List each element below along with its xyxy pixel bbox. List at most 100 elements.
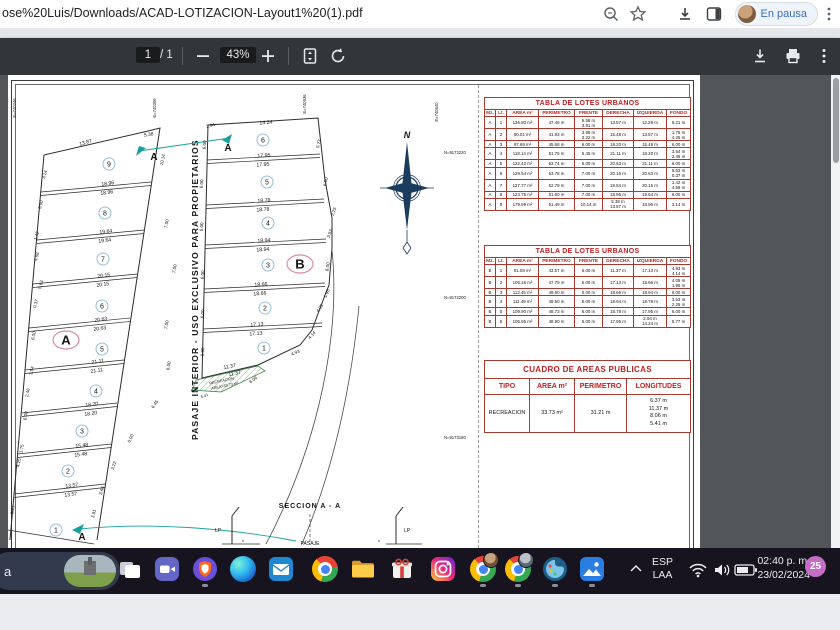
dim-label: 5.38 <box>144 131 155 139</box>
chrome-icon[interactable] <box>312 556 338 582</box>
notification-badge[interactable]: 25 <box>805 556 826 577</box>
dim-label: 18.78 <box>257 198 270 205</box>
dim-label: 18.66 <box>254 282 267 289</box>
dim-label: 7.00 <box>163 320 170 330</box>
dim-label: 18.94 <box>257 238 270 245</box>
page-total: / 1 <box>160 49 173 61</box>
pdf-download-button[interactable] <box>750 46 770 66</box>
section-title: SECCION A - A <box>279 503 341 510</box>
dim-label: 21.11 <box>91 358 104 366</box>
photos-icon[interactable] <box>579 556 605 582</box>
lot-numbers: 987654321654321AB <box>50 134 313 536</box>
bookmark-star-icon[interactable] <box>629 5 647 23</box>
dim-label: 3.54 <box>28 365 35 375</box>
wifi-icon[interactable] <box>688 562 708 578</box>
pdf-menu-button[interactable] <box>814 46 834 66</box>
tray-chevron-icon[interactable] <box>628 562 644 574</box>
print-button[interactable] <box>783 46 803 66</box>
table-row: A1136.80 m²47.46 m6.58 m 3.81 m13.57 m12… <box>485 117 691 129</box>
lot-number: 8 <box>103 211 107 218</box>
dim-label: 17.95 <box>256 162 269 169</box>
lotization-plan: RECREACION AREA=33.73 m² PASAJE INTERIOR… <box>8 78 480 548</box>
chrome-profile-2-icon[interactable] <box>505 556 531 582</box>
zoom-level[interactable]: 43% <box>220 47 256 63</box>
rotate-button[interactable] <box>328 46 348 66</box>
browser-menu-icon[interactable] <box>820 5 838 23</box>
dim-label: 17.95 <box>257 153 270 160</box>
language-line2: LAA <box>652 569 673 582</box>
dim-label: x <box>378 538 380 543</box>
dim-label: 4.58 <box>33 251 40 261</box>
dim-label: 6.45 <box>150 399 159 409</box>
dim-label: 21.11 <box>90 367 103 375</box>
dim-label: x <box>242 538 244 543</box>
dim-label: 18.20 <box>84 410 98 418</box>
dim-label: 7.00 <box>171 264 178 274</box>
page-input[interactable]: 1 <box>136 47 160 63</box>
dim-label: N=9172220 <box>444 150 466 155</box>
gift-app-icon[interactable] <box>389 556 415 582</box>
mail-icon[interactable] <box>268 556 294 582</box>
taskbar-search[interactable]: a <box>0 552 120 590</box>
dim-label: 13.57 <box>64 491 78 499</box>
lot-number: 3 <box>80 429 84 436</box>
chrome-profile-1-icon[interactable] <box>470 556 496 582</box>
lot-number: 9 <box>107 162 111 169</box>
profile-chip[interactable]: En pausa <box>735 2 818 26</box>
scrollbar-thumb[interactable] <box>833 78 839 163</box>
table-a-header-row: Mz.Lt.AREA m²PERIMETROFRENTEDERECHAIZQUI… <box>485 110 691 117</box>
side-panel-icon[interactable] <box>705 5 723 23</box>
dim-label: 15.48 <box>75 442 89 450</box>
dim-label: 5.63 <box>37 279 44 289</box>
dim-label: A <box>224 143 231 154</box>
widgets-weather-icon[interactable] <box>64 555 116 587</box>
language-indicator[interactable]: ESP LAA <box>652 556 673 582</box>
dim-label: 18.66 <box>253 291 266 298</box>
dim-label: 3.22 <box>110 460 118 470</box>
task-view-icon[interactable] <box>117 556 143 582</box>
volume-icon[interactable] <box>712 561 732 579</box>
table-b-header-row: Mz.Lt.AREA m²PERIMETROFRENTEDERECHAIZQUI… <box>485 258 691 265</box>
zoom-out-button[interactable] <box>193 46 213 66</box>
paint-icon[interactable] <box>542 556 568 582</box>
dim-label: 4.93 <box>290 348 301 356</box>
block-label: A <box>61 333 71 348</box>
scrollbar[interactable] <box>831 75 840 548</box>
zoom-in-button[interactable] <box>258 46 278 66</box>
block-label: B <box>295 257 304 272</box>
dim-label: 19.64 <box>99 228 113 236</box>
lot-number: 2 <box>263 306 267 313</box>
table-row: A6129.54 m²53.78 m7.00 m20.16 m20.63 m5.… <box>485 167 691 179</box>
lot-number: 7 <box>101 257 105 264</box>
fit-page-button[interactable] <box>300 46 320 66</box>
lot-number: 6 <box>100 304 104 311</box>
dim-label: 2.46 <box>24 387 31 397</box>
address-url[interactable]: ose%20Luis/Downloads/ACAD-LOTIZACION-Lay… <box>2 6 363 20</box>
edge-icon[interactable] <box>230 556 256 582</box>
file-explorer-icon[interactable] <box>350 556 376 582</box>
dim-label: 17.13 <box>250 322 263 329</box>
shield-browser-icon[interactable] <box>192 556 218 582</box>
dim-label: 6.00 <box>199 222 205 232</box>
pdf-toolbar: 1 / 1 43% <box>0 38 840 75</box>
taskbar-clock[interactable]: 02:40 p. m. 23/02/2024 <box>748 555 810 582</box>
dim-label: 18.96 <box>101 180 115 188</box>
table-row: A290.01 m²41.93 m3.98 m 3.22 m15.48 m13.… <box>485 129 691 141</box>
dimension-labels: E=740246E=740306E=740536E=740640N=917222… <box>9 94 466 543</box>
lp-left-label: LP <box>215 528 222 534</box>
zoom-icon[interactable] <box>602 5 620 23</box>
pdf-page: RECREACION AREA=33.73 m² PASAJE INTERIOR… <box>8 75 700 548</box>
table-areas-publicas: CUADRO DE AREAS PUBLICAS TIPOAREA m²PERI… <box>484 360 691 433</box>
browser-address-bar[interactable]: ose%20Luis/Downloads/ACAD-LOTIZACION-Lay… <box>0 0 840 28</box>
table-b-title: TABLA DE LOTES URBANOS <box>485 246 691 258</box>
table-row: A5122.42 m²53.74 m6.00 m20.63 m21.11 m6.… <box>485 160 691 167</box>
chat-icon[interactable] <box>154 556 180 582</box>
lot-number: 4 <box>266 221 270 228</box>
dim-label: 14.24 <box>259 120 272 127</box>
dim-label: E=740306 <box>152 98 157 118</box>
download-icon[interactable] <box>676 5 694 23</box>
dim-label: A <box>78 532 85 543</box>
instagram-icon[interactable] <box>430 556 456 582</box>
dim-label: 6.00 <box>22 411 29 421</box>
avatar <box>738 5 756 23</box>
